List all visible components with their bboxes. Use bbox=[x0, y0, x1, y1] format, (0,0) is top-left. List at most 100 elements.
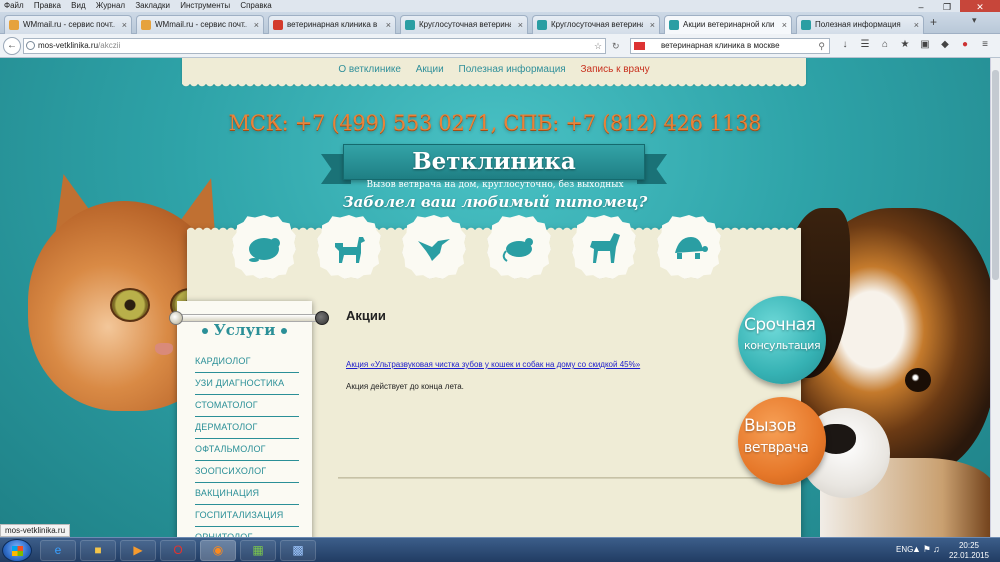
language-indicator[interactable]: ENG bbox=[896, 545, 913, 554]
folder-icon[interactable]: ■ bbox=[80, 540, 116, 561]
phone-numbers: МСК: +7 (499) 553 0271, СПБ: +7 (812) 42… bbox=[228, 111, 762, 135]
nav-promotions-link[interactable]: Акции bbox=[416, 64, 444, 75]
system-tray: ENG ▲⚑♫ 20:25 22.01.2015 bbox=[890, 540, 1000, 561]
clock-time[interactable]: 20:25 bbox=[948, 541, 990, 550]
tab-list-icon[interactable]: ▾ bbox=[972, 15, 977, 26]
content-divider bbox=[338, 477, 801, 479]
tab-useful-info[interactable]: Полезная информация × bbox=[796, 15, 924, 34]
tab-title: Полезная информация bbox=[815, 20, 901, 29]
reload-icon[interactable]: ↻ bbox=[612, 39, 620, 53]
animal-bird-button[interactable] bbox=[402, 215, 466, 279]
animal-dog-button[interactable] bbox=[317, 215, 381, 279]
opera-icon[interactable]: O bbox=[160, 540, 196, 561]
menu-bookmarks[interactable]: Закладки bbox=[131, 0, 174, 12]
download-icon[interactable]: ↓ bbox=[838, 39, 852, 50]
scrollbar-thumb[interactable] bbox=[992, 70, 999, 280]
hummingbird-icon bbox=[418, 239, 450, 261]
search-input[interactable]: ветеринарная клиника в москве ⚲ bbox=[630, 38, 830, 54]
services-title: Услуги bbox=[177, 321, 312, 339]
services-title-text: Услуги bbox=[213, 321, 276, 339]
promotion-link[interactable]: Акция «Ультразвуковая чистка зубов у кош… bbox=[346, 360, 640, 369]
start-button[interactable] bbox=[2, 539, 32, 562]
menu-view[interactable]: Вид bbox=[67, 0, 89, 12]
address-bar[interactable]: mos-vetklinika.ru/akczii ☆ ↻ bbox=[23, 38, 620, 54]
service-vaccination[interactable]: ВАКЦИНАЦИЯ bbox=[195, 483, 299, 505]
tab-title: Круглосуточная ветерина... bbox=[419, 20, 511, 29]
menu-help[interactable]: Справка bbox=[236, 0, 275, 12]
tab-wmmail-2[interactable]: WMmail.ru - сервис почт... × bbox=[136, 15, 264, 34]
page-scrollbar[interactable] bbox=[990, 58, 1000, 537]
service-cardiologist[interactable]: КАРДИОЛОГ bbox=[195, 351, 299, 373]
menu-tools[interactable]: Инструменты bbox=[176, 0, 234, 12]
close-tab-icon[interactable]: × bbox=[914, 16, 919, 34]
bookmarks-icon[interactable]: ☰ bbox=[858, 39, 872, 50]
close-tab-icon[interactable]: × bbox=[122, 16, 127, 34]
globe-icon bbox=[26, 41, 35, 50]
tab-clinic-1[interactable]: Круглосуточная ветерина... × bbox=[400, 15, 528, 34]
menu-edit[interactable]: Правка bbox=[30, 0, 65, 12]
vet-cross-icon bbox=[801, 20, 811, 30]
close-tab-icon[interactable]: × bbox=[386, 16, 391, 34]
call-vet-button[interactable]: Вызов ветврача bbox=[738, 397, 826, 485]
animal-turtle-button[interactable] bbox=[657, 215, 721, 279]
clock-date[interactable]: 22.01.2015 bbox=[948, 551, 990, 560]
animal-rodent-button[interactable] bbox=[232, 215, 296, 279]
close-tab-icon[interactable]: × bbox=[782, 16, 787, 34]
menu-file[interactable]: Файл bbox=[0, 0, 28, 12]
home-icon[interactable]: ⌂ bbox=[878, 39, 892, 50]
turtle-icon bbox=[675, 237, 708, 259]
service-dermatologist[interactable]: ДЕРМАТОЛОГ bbox=[195, 417, 299, 439]
app-window-icon[interactable]: ▩ bbox=[280, 540, 316, 561]
services-list: КАРДИОЛОГ УЗИ ДИАГНОСТИКА СТОМАТОЛОГ ДЕР… bbox=[195, 351, 299, 537]
tab-promotions[interactable]: Акции ветеринарной кли... × bbox=[664, 15, 792, 34]
navigation-toolbar: ← mos-vetklinika.ru/akczii ☆ ↻ ветеринар… bbox=[0, 34, 1000, 58]
vet-cross-icon bbox=[405, 20, 415, 30]
cta-urgent-line2: консультация bbox=[744, 339, 821, 352]
star-icon[interactable]: ★ bbox=[898, 39, 912, 50]
notepad-icon[interactable]: ▦ bbox=[240, 540, 276, 561]
new-tab-icon[interactable]: + bbox=[930, 15, 937, 29]
service-ophthalmologist[interactable]: ОФТАЛЬМОЛОГ bbox=[195, 439, 299, 461]
nav-useful-info-link[interactable]: Полезная информация bbox=[459, 64, 566, 75]
close-tab-icon[interactable]: × bbox=[254, 16, 259, 34]
hamburger-menu-icon[interactable]: ≡ bbox=[978, 39, 992, 50]
vet-cross-icon bbox=[537, 20, 547, 30]
animal-horse-button[interactable] bbox=[572, 215, 636, 279]
search-engine-icon[interactable] bbox=[634, 42, 645, 50]
star-icon[interactable]: ☆ bbox=[594, 39, 602, 53]
envelope-icon bbox=[9, 20, 19, 30]
search-icon[interactable]: ⚲ bbox=[818, 39, 825, 53]
firefox-icon[interactable]: ◉ bbox=[200, 540, 236, 561]
services-sidebar: Услуги КАРДИОЛОГ УЗИ ДИАГНОСТИКА СТОМАТО… bbox=[169, 301, 329, 537]
tab-strip: WMmail.ru - сервис почт... × WMmail.ru - … bbox=[0, 12, 1000, 34]
tab-title: WMmail.ru - сервис почт... bbox=[155, 20, 247, 29]
service-hospitalization[interactable]: ГОСПИТАЛИЗАЦИЯ bbox=[195, 505, 299, 527]
tab-clinic-2[interactable]: Круглосуточная ветерина... × bbox=[532, 15, 660, 34]
url-host: mos-vetklinika.ru bbox=[38, 41, 99, 50]
site-logo-title[interactable]: Ветклиника bbox=[343, 144, 645, 180]
tab-yandex-search[interactable]: ветеринарная клиника в ... × bbox=[268, 15, 396, 34]
close-tab-icon[interactable]: × bbox=[650, 16, 655, 34]
addon-icon[interactable]: ● bbox=[958, 39, 972, 50]
nav-about-link[interactable]: О ветклинике bbox=[338, 64, 401, 75]
service-ornithologist[interactable]: ОРНИТОЛОГ bbox=[195, 527, 299, 537]
back-arrow-icon[interactable]: ← bbox=[3, 37, 21, 55]
service-ultrasound[interactable]: УЗИ ДИАГНОСТИКА bbox=[195, 373, 299, 395]
tab-wmmail-1[interactable]: WMmail.ru - сервис почт... × bbox=[4, 15, 132, 34]
nav-appointment-link[interactable]: Запись к врачу bbox=[580, 64, 649, 75]
cta-vet-line1: Вызов bbox=[744, 416, 797, 436]
shield-icon[interactable]: ◆ bbox=[938, 39, 952, 50]
pocket-icon[interactable]: ▣ bbox=[918, 39, 932, 50]
internet-explorer-icon[interactable]: e bbox=[40, 540, 76, 561]
status-bar: mos-vetklinika.ru bbox=[0, 524, 71, 537]
tray-icons[interactable]: ▲⚑♫ bbox=[912, 544, 942, 555]
close-tab-icon[interactable]: × bbox=[518, 16, 523, 34]
browser-menubar: Файл Правка Вид Журнал Закладки Инструме… bbox=[0, 0, 1000, 12]
media-player-icon[interactable]: ▶ bbox=[120, 540, 156, 561]
urgent-consultation-button[interactable]: Срочная консультация bbox=[738, 296, 826, 384]
animal-mouse-button[interactable] bbox=[487, 215, 551, 279]
yandex-icon bbox=[273, 20, 283, 30]
menu-history[interactable]: Журнал bbox=[92, 0, 129, 12]
service-dentist[interactable]: СТОМАТОЛОГ bbox=[195, 395, 299, 417]
service-zoopsychologist[interactable]: ЗООПСИХОЛОГ bbox=[195, 461, 299, 483]
